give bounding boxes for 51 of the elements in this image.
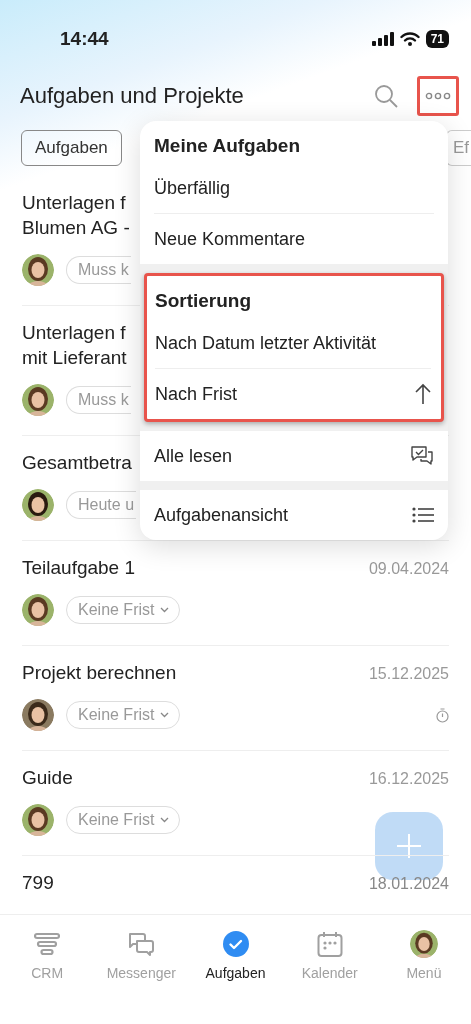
menu-item[interactable]: Neue Kommentare bbox=[154, 214, 434, 264]
filter-chip[interactable]: Aufgaben bbox=[21, 130, 122, 166]
task-title[interactable]: Guide bbox=[22, 765, 73, 790]
task-title[interactable]: Projekt berechnen bbox=[22, 660, 177, 685]
avatar bbox=[22, 804, 54, 836]
task-date: 18.01.2024 bbox=[368, 875, 449, 893]
chat-icon bbox=[127, 932, 156, 956]
avatar bbox=[22, 594, 54, 626]
menu-item-label: Neue Kommentare bbox=[154, 228, 306, 250]
menu-item[interactable]: Nach Frist bbox=[155, 369, 431, 419]
menu-section-title: Sortierung bbox=[155, 289, 253, 313]
menu-item-label: Überfällig bbox=[154, 177, 231, 199]
avatar bbox=[409, 930, 438, 958]
tab-bar-item[interactable]: Aufgaben bbox=[188, 929, 283, 989]
menu-section-title: Meine Aufgaben bbox=[154, 134, 302, 158]
avatar bbox=[22, 254, 54, 286]
task-date: 16.12.2025 bbox=[368, 770, 449, 788]
avatar bbox=[22, 384, 54, 416]
timer-icon bbox=[436, 707, 449, 723]
list-icon bbox=[412, 507, 434, 523]
more-button[interactable] bbox=[417, 76, 459, 116]
avatar bbox=[22, 699, 54, 731]
sort-ascending-icon bbox=[415, 383, 431, 405]
menu-item-label: Aufgabenansicht bbox=[154, 504, 289, 526]
menu-item-label: Alle lesen bbox=[154, 445, 233, 467]
signal-icon bbox=[371, 32, 394, 46]
calendar-icon bbox=[316, 931, 343, 957]
task-title[interactable]: Teilaufgabe 1 bbox=[22, 555, 136, 580]
page-title: Aufgaben und Projekte bbox=[20, 83, 245, 109]
chat-check-icon bbox=[410, 445, 434, 467]
task-title[interactable]: Unterlagen f Blumen AG - bbox=[22, 190, 130, 240]
search-icon bbox=[374, 84, 398, 108]
task-title[interactable]: Gesamtbetra bbox=[22, 450, 132, 475]
plus-icon bbox=[397, 834, 421, 858]
menu-item-label: Nach Datum letzter Aktivität bbox=[155, 332, 377, 354]
menu-item[interactable]: Nach Datum letzter Aktivität bbox=[155, 318, 431, 369]
task-title[interactable]: 799 bbox=[22, 870, 54, 895]
avatar bbox=[22, 489, 54, 521]
task-date: 15.12.2025 bbox=[368, 665, 449, 683]
menu-item[interactable]: Aufgabenansicht bbox=[154, 490, 434, 540]
more-icon bbox=[425, 92, 451, 100]
menu-item[interactable]: Überfällig bbox=[154, 163, 434, 214]
task-title[interactable]: Unterlagen f mit Lieferant bbox=[22, 320, 127, 370]
battery-indicator: 71 bbox=[425, 30, 449, 48]
wifi-icon bbox=[399, 32, 420, 46]
menu-item-label: Nach Frist bbox=[155, 383, 237, 405]
status-time: 14:44 bbox=[60, 28, 109, 50]
funnel-icon bbox=[34, 932, 61, 956]
check-circle-icon bbox=[222, 931, 249, 957]
menu-item[interactable]: Alle lesen bbox=[154, 431, 434, 481]
task-date: 09.04.2024 bbox=[368, 560, 449, 578]
